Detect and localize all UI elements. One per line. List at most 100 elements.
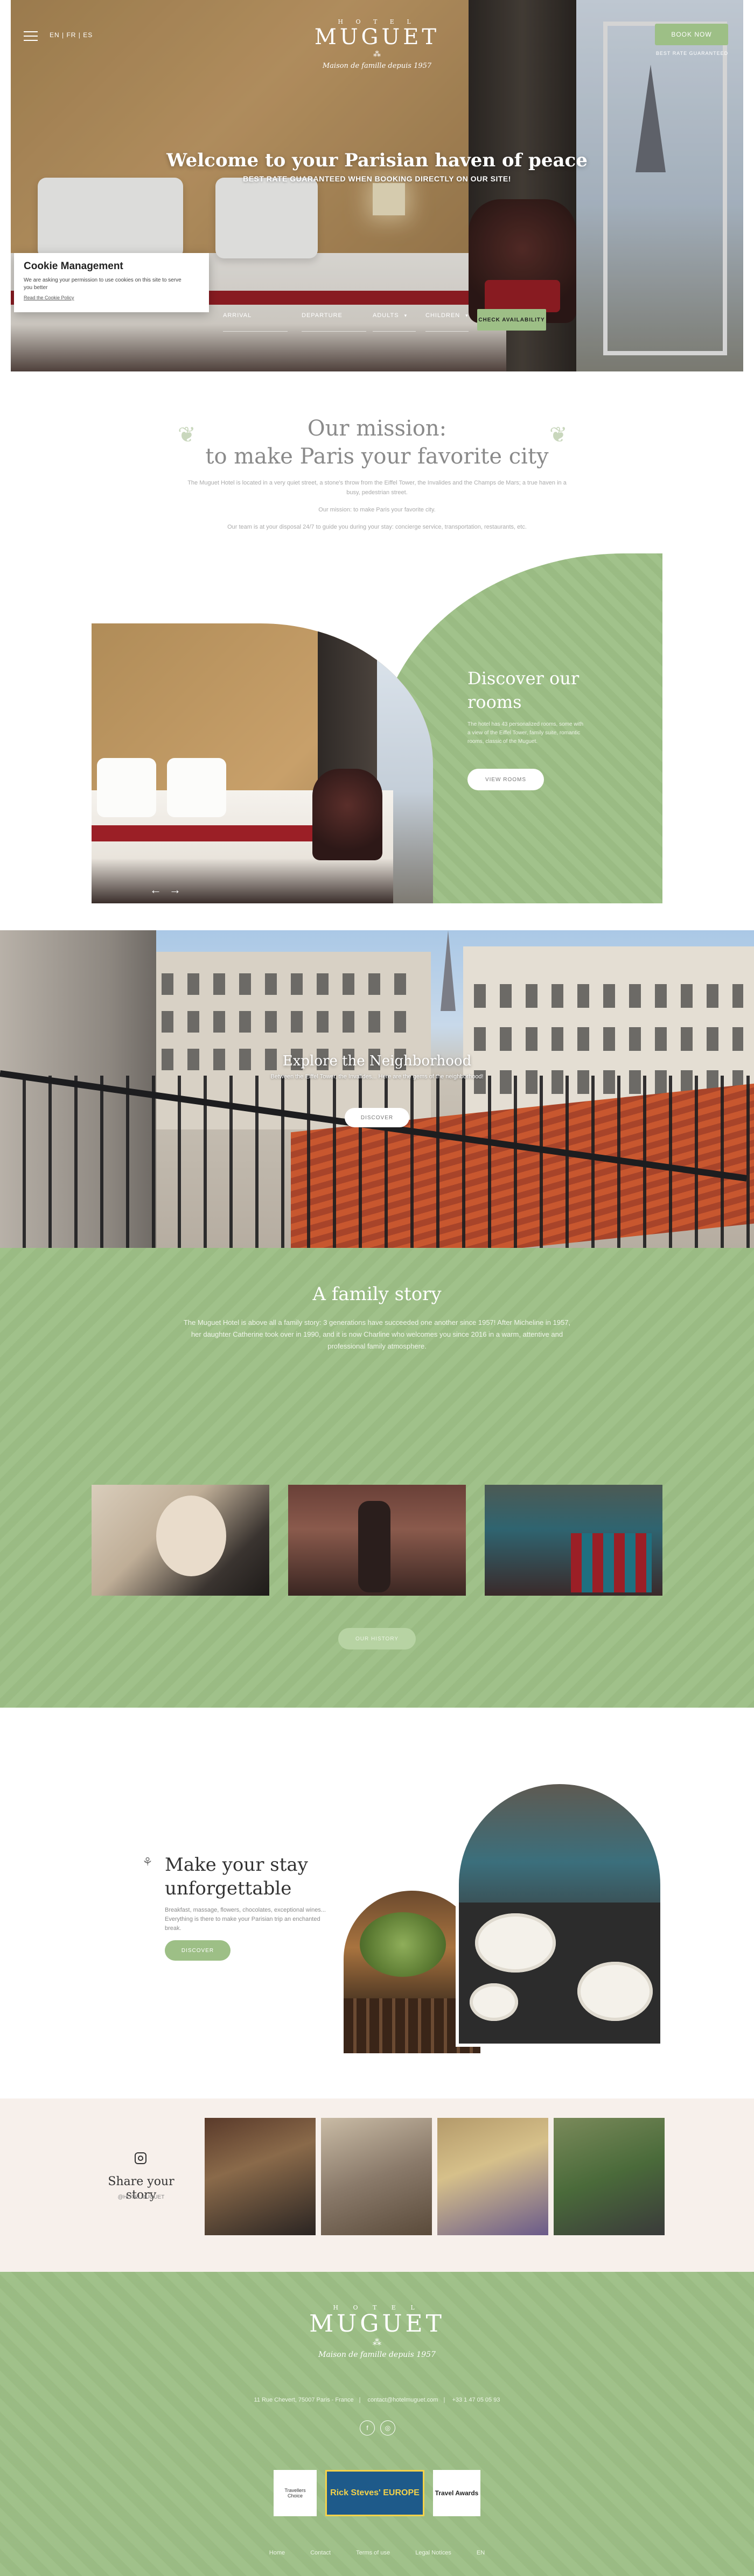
arrow-right-icon[interactable]: → [169, 883, 188, 896]
hero-title: Welcome to your Parisian haven of peace [166, 150, 588, 171]
rooms-description: The hotel has 43 personalized rooms, som… [467, 721, 584, 745]
view-rooms-button[interactable]: VIEW ROOMS [467, 769, 544, 790]
mission-section: ❦ ❦ Our mission: to make Paris your favo… [0, 371, 754, 553]
cookie-banner: Cookie Management We are asking your per… [14, 253, 209, 312]
cookie-text: We are asking your permission to use coo… [24, 277, 181, 291]
footer-phone[interactable]: +33 1 47 05 05 93 [452, 2397, 500, 2403]
family-photo [92, 1485, 269, 1596]
departure-field[interactable]: DEPARTURE [302, 310, 366, 332]
instagram-icon[interactable]: ◎ [380, 2420, 395, 2435]
logo-name: MUGUET [309, 2310, 445, 2338]
best-rate-label: BEST RATE GUARANTEED [655, 51, 729, 56]
language-fr[interactable]: FR [66, 31, 76, 39]
room-carousel-image [92, 623, 433, 903]
language-switcher: EN | FR | ES [50, 31, 93, 39]
person-silhouette [358, 1501, 390, 1592]
logo-tagline: Maison de famille depuis 1957 [322, 62, 432, 70]
arrival-field[interactable]: ARRIVAL [223, 310, 288, 332]
top-navigation: EN | FR | ES H O T E L MUGUET ⁂ Maison d… [11, 0, 743, 70]
family-photo [485, 1485, 662, 1596]
travel-awards-badge[interactable]: Travel Awards [433, 2470, 480, 2516]
language-es[interactable]: ES [83, 31, 93, 39]
instagram-photo[interactable] [437, 2118, 548, 2235]
plate-image [475, 1913, 556, 1973]
chevron-down-icon: ▾ [404, 313, 408, 318]
plate-image [470, 1983, 518, 2021]
adults-field[interactable]: ADULTS ▾ [373, 310, 416, 332]
family-title: A family story [312, 1283, 442, 1305]
cookie-policy-link[interactable]: Read the Cookie Policy [24, 295, 199, 300]
mission-paragraph: The Muguet Hotel is located in a very qu… [187, 480, 567, 496]
mission-title: Our mission: to make Paris your favorite… [0, 415, 754, 471]
hero-subtitle: BEST RATE GUARANTEED WHEN BOOKING DIRECT… [243, 174, 511, 183]
instagram-photo[interactable] [321, 2118, 432, 2235]
language-en[interactable]: EN [50, 31, 60, 39]
arrival-label: ARRIVAL [223, 312, 252, 319]
building-windows [162, 1011, 420, 1033]
footer-language-switch[interactable]: EN [477, 2550, 485, 2556]
footer-address: 11 Rue Chevert, 75007 Paris - France [254, 2397, 354, 2403]
plate-image [577, 1962, 653, 2021]
rooms-title: Discover our rooms [467, 668, 580, 712]
check-availability-button[interactable]: CHECK AVAILABILITY [477, 309, 546, 331]
mission-paragraph: Our mission: to make Paris your favorite… [318, 507, 436, 513]
lily-of-the-valley-icon: ⁂ [373, 50, 381, 59]
salad-image [360, 1912, 446, 1977]
lily-of-the-valley-icon: ⁂ [373, 2337, 381, 2347]
services-description: Breakfast, massage, flowers, chocolates,… [165, 1907, 326, 1932]
building-windows [474, 984, 743, 1008]
mission-title-line1: Our mission: [307, 416, 447, 441]
instagram-photo[interactable] [554, 2118, 665, 2235]
footer-link-legal[interactable]: Legal Notices [415, 2550, 451, 2556]
tripadvisor-award-badge[interactable]: Travellers Choice [274, 2470, 317, 2516]
instagram-section: Share your story @HOTELMUGUET [0, 2098, 754, 2272]
services-section: ⚘ Make your stay unforgettable Breakfast… [0, 1708, 754, 2098]
menu-icon[interactable] [24, 31, 38, 41]
mission-paragraph: Our team is at your disposal 24/7 to gui… [227, 524, 527, 530]
booking-bar: ARRIVAL DEPARTURE ADULTS ▾ CHILDREN ▾ CHEC… [210, 309, 560, 337]
book-now-button[interactable]: BOOK NOW [655, 24, 728, 45]
family-section: A family story The Muguet Hotel is above… [0, 1248, 754, 1708]
armchair-image [312, 769, 382, 860]
departure-label: DEPARTURE [302, 312, 343, 319]
award-label: Rick Steves' EUROPE [330, 2488, 420, 2497]
discover-services-button[interactable]: DISCOVER [165, 1940, 231, 1961]
award-label: Travel Awards [435, 2489, 479, 2497]
neighbourhood-description: Between the Eiffel Tower, the Invalides.… [270, 1073, 484, 1080]
carousel-arrows: ←→ [150, 883, 188, 897]
hotel-logo[interactable]: H O T E L MUGUET ⁂ Maison de famille dep… [312, 18, 442, 70]
footer-link-home[interactable]: Home [269, 2550, 285, 2556]
services-title: Make your stay unforgettable [165, 1854, 308, 1899]
footer: H O T E L MUGUET ⁂ Maison de famille dep… [0, 2272, 754, 2576]
instagram-photo[interactable] [205, 2118, 316, 2235]
award-label: Travellers Choice [284, 2488, 306, 2498]
eiffel-tower-image [441, 930, 456, 1011]
mission-title-line2: to make Paris your favorite city [205, 444, 549, 469]
footer-logo[interactable]: H O T E L MUGUET ⁂ Maison de famille dep… [302, 2304, 452, 2359]
discover-neighbourhood-button[interactable]: DISCOVER [345, 1108, 409, 1127]
pillow-image [97, 758, 156, 817]
footer-link-terms[interactable]: Terms of use [356, 2550, 390, 2556]
hero-section: EN | FR | ES H O T E L MUGUET ⁂ Maison d… [11, 0, 743, 371]
chevron-down-icon: ▾ [465, 313, 469, 318]
portrait-face [156, 1496, 226, 1576]
instagram-icon[interactable] [135, 2152, 146, 2164]
instagram-handle[interactable]: @HOTELMUGUET [92, 2194, 191, 2200]
logo-tagline: Maison de famille depuis 1957 [318, 2350, 436, 2359]
our-history-button[interactable]: OUR HISTORY [338, 1628, 416, 1650]
footer-contact: 11 Rue Chevert, 75007 Paris - France | co… [254, 2397, 500, 2403]
children-field[interactable]: CHILDREN ▾ [425, 310, 469, 332]
arrow-left-icon[interactable]: ← [150, 883, 169, 896]
building-windows [162, 973, 420, 995]
family-photo [288, 1485, 466, 1596]
footer-email[interactable]: contact@hotelmuguet.com [368, 2397, 438, 2403]
rick-steves-badge[interactable]: Rick Steves' EUROPE [325, 2470, 424, 2516]
adults-label: ADULTS [373, 312, 399, 319]
neighbourhood-section: Explore the Neighborhood Between the Eif… [0, 930, 754, 1248]
cookie-title: Cookie Management [24, 261, 123, 272]
facebook-icon[interactable]: f [360, 2420, 375, 2435]
footer-links: Home Contact Terms of use Legal Notices … [0, 2550, 754, 2556]
footer-link-contact[interactable]: Contact [310, 2550, 331, 2556]
flower-icon: ⚘ [142, 1855, 153, 1869]
logo-name: MUGUET [314, 25, 440, 50]
